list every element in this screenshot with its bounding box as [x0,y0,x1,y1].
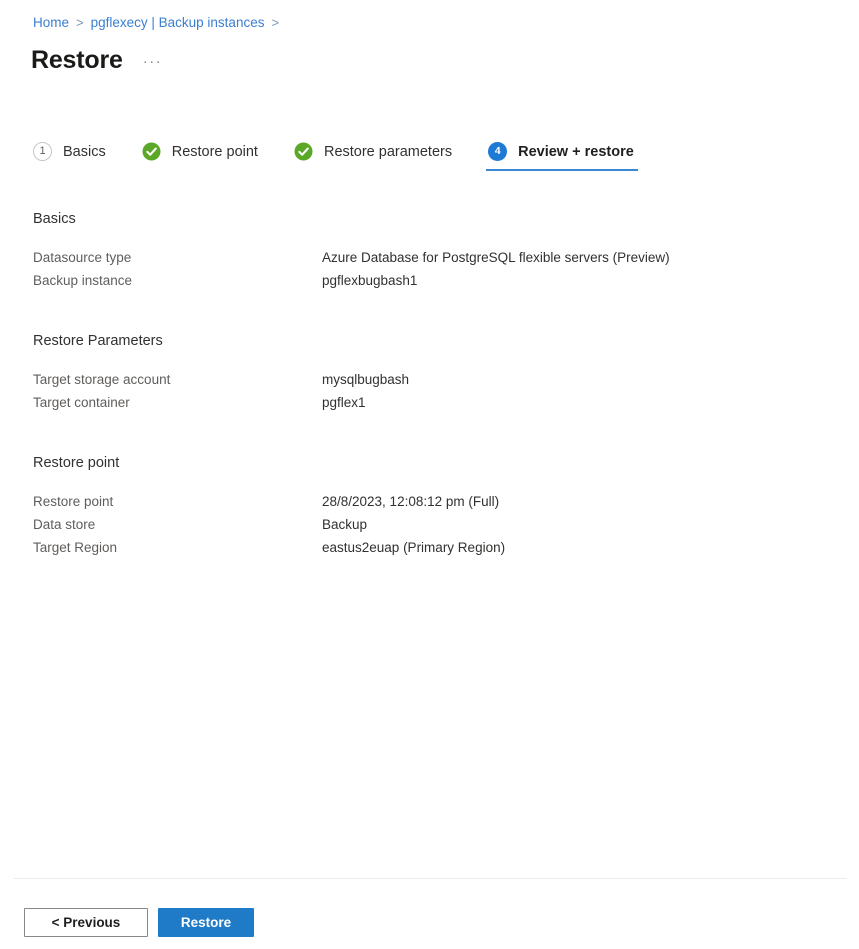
chevron-right-icon: > [271,15,280,30]
summary-row: Backup instance pgflexbugbash1 [33,269,823,292]
summary-row: Target storage account mysqlbugbash [33,368,823,391]
summary-row: Datasource type Azure Database for Postg… [33,246,823,269]
wizard-step-tabs: 1 Basics Restore point Restore parameter… [31,136,638,171]
summary-key: Target storage account [33,372,171,387]
breadcrumb-item-backup-instances[interactable]: pgflexecy | Backup instances [91,13,265,33]
breadcrumb-item-home[interactable]: Home [33,13,69,33]
summary-section-basics: Basics Datasource type Azure Database fo… [33,210,823,292]
summary-value: pgflexbugbash1 [322,273,418,288]
summary-value: pgflex1 [322,395,366,410]
footer-divider [14,878,847,879]
tab-label: Restore parameters [323,143,453,160]
tab-review-and-restore[interactable]: 4 Review + restore [486,136,638,171]
restore-button[interactable]: Restore [158,908,254,937]
tab-restore-point[interactable]: Restore point [140,136,260,167]
page-title: Restore [31,46,123,74]
step-number-icon: 1 [33,142,52,161]
section-heading: Restore Parameters [33,333,163,349]
summary-section-restore-parameters: Restore Parameters Target storage accoun… [33,332,823,414]
tab-label: Basics [63,143,106,160]
summary-key: Data store [33,517,96,532]
wizard-footer: < Previous Restore [24,908,254,937]
previous-button[interactable]: < Previous [24,908,148,937]
summary-key: Datasource type [33,250,132,265]
summary-row: Restore point 28/8/2023, 12:08:12 pm (Fu… [33,490,823,513]
tab-basics[interactable]: 1 Basics [31,136,108,167]
breadcrumb: Home > pgflexecy | Backup instances > [33,13,286,33]
check-circle-icon [142,142,161,161]
summary-value: mysqlbugbash [322,372,410,387]
more-options-icon[interactable]: ··· [143,54,163,75]
page-header: Restore ··· [31,45,162,75]
tab-label: Review + restore [518,143,634,160]
check-circle-icon [294,142,313,161]
summary-value: Backup [322,517,368,532]
summary-value: eastus2euap (Primary Region) [322,540,506,555]
tab-label: Restore point [171,143,258,160]
tab-restore-parameters[interactable]: Restore parameters [292,136,454,167]
summary-value: 28/8/2023, 12:08:12 pm (Full) [322,494,500,509]
summary-key: Target Region [33,540,118,555]
summary-value: Azure Database for PostgreSQL flexible s… [322,250,670,265]
summary-row: Target container pgflex1 [33,391,823,414]
section-heading: Basics [33,211,76,227]
section-heading: Restore point [33,455,120,471]
summary-row: Target Region eastus2euap (Primary Regio… [33,536,823,559]
step-number-icon: 4 [488,142,508,161]
summary-row: Data store Backup [33,513,823,536]
chevron-right-icon: > [76,15,84,30]
summary-section-restore-point: Restore point Restore point 28/8/2023, 1… [33,454,823,559]
summary-key: Backup instance [33,273,133,288]
summary-key: Restore point [33,494,114,509]
summary-key: Target container [33,395,130,410]
